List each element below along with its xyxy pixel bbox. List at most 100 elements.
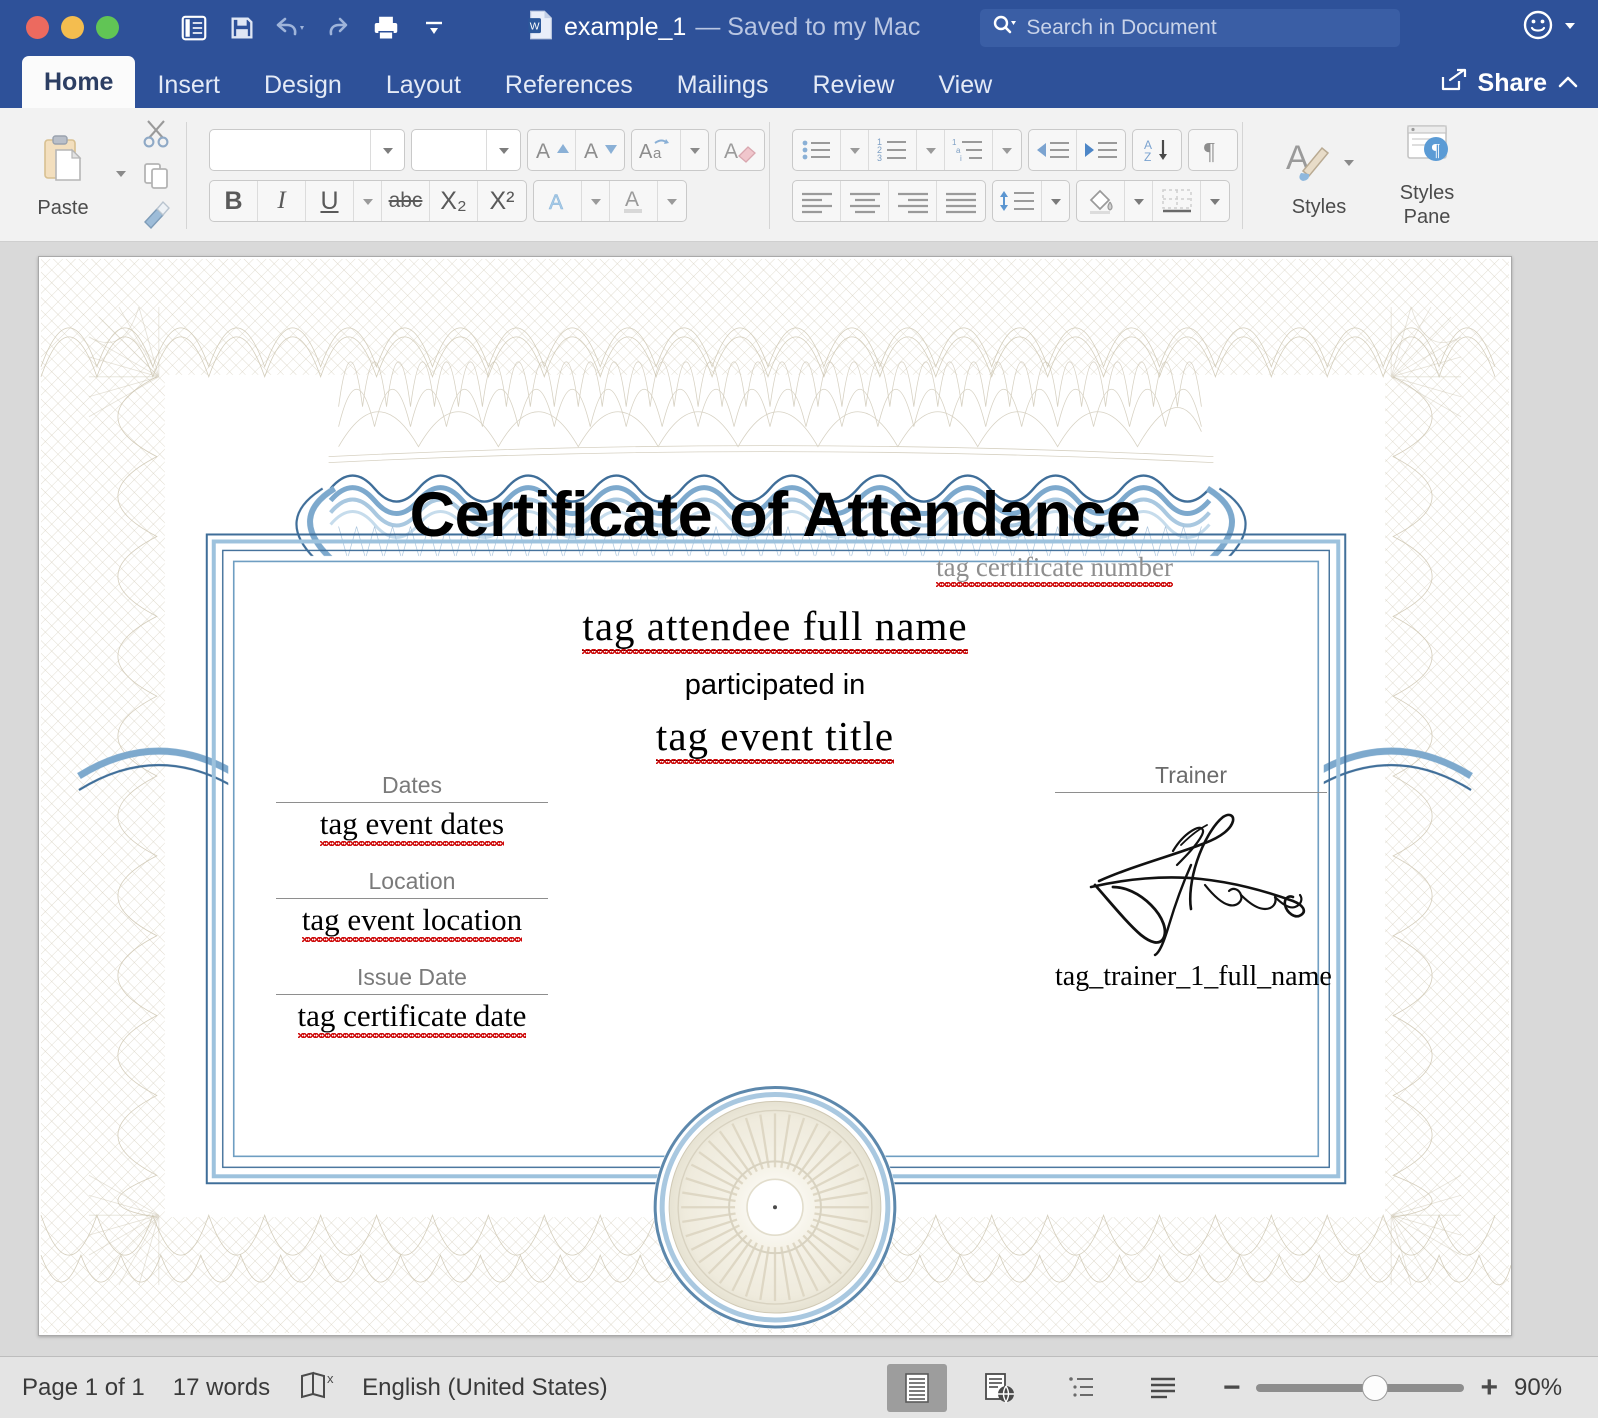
ribbon-group-paragraph: 123 1ai: [783, 114, 1256, 237]
svg-text:¶: ¶: [1204, 139, 1215, 164]
save-icon[interactable]: [219, 6, 265, 50]
italic-button[interactable]: I: [258, 181, 306, 221]
tab-references[interactable]: References: [483, 62, 655, 108]
superscript-button[interactable]: X²: [478, 181, 526, 221]
font-name-input[interactable]: [209, 129, 405, 171]
zoom-level-text[interactable]: 90%: [1514, 1374, 1578, 1402]
shading-bucket-icon[interactable]: [1077, 181, 1125, 221]
font-size-dropdown-arrow[interactable]: [486, 130, 520, 170]
svg-text:3: 3: [877, 153, 882, 163]
borders-icon[interactable]: [1153, 181, 1201, 221]
decrease-indent-icon[interactable]: [1029, 130, 1077, 170]
bullet-list-icon[interactable]: [793, 130, 841, 170]
zoom-in-button[interactable]: +: [1480, 1373, 1498, 1403]
tab-view[interactable]: View: [916, 62, 1014, 108]
svg-text:¶: ¶: [1432, 140, 1440, 160]
close-window-button[interactable]: [26, 16, 49, 39]
share-icon: [1439, 67, 1469, 100]
zoom-slider[interactable]: [1256, 1384, 1464, 1392]
language-text[interactable]: English (United States): [362, 1374, 607, 1402]
tab-layout[interactable]: Layout: [364, 62, 483, 108]
format-painter-icon[interactable]: [140, 200, 172, 235]
undo-icon[interactable]: [267, 6, 313, 50]
line-spacing-dropdown-arrow[interactable]: [1041, 181, 1069, 221]
justify-icon[interactable]: [937, 181, 985, 221]
svg-text:A: A: [724, 140, 738, 163]
numbered-list-dropdown-arrow[interactable]: [917, 130, 945, 170]
document-title: W example_1 — Saved to my Mac: [527, 10, 920, 45]
smiley-icon: [1520, 7, 1556, 48]
outline-view-button[interactable]: [1051, 1364, 1111, 1412]
word-count-text[interactable]: 17 words: [173, 1374, 270, 1402]
vertical-scrollbar[interactable]: [1586, 486, 1596, 1292]
account-menu[interactable]: [1520, 7, 1578, 48]
text-highlight-color-icon[interactable]: A: [534, 181, 582, 221]
styles-button[interactable]: A Styles: [1265, 114, 1373, 237]
styles-dropdown-arrow[interactable]: [1341, 155, 1357, 173]
document-canvas[interactable]: Certificate of Attendance tag certificat…: [0, 242, 1598, 1356]
proofing-errors-icon[interactable]: x: [298, 1368, 334, 1407]
page-count-text[interactable]: Page 1 of 1: [22, 1374, 145, 1402]
cut-scissors-icon[interactable]: [139, 116, 173, 155]
strikethrough-button[interactable]: abc: [382, 181, 430, 221]
paste-button[interactable]: Paste: [17, 132, 109, 220]
web-layout-view-button[interactable]: [969, 1364, 1029, 1412]
styles-pane-label-line1: Styles: [1400, 182, 1454, 204]
bold-button[interactable]: B: [210, 181, 258, 221]
styles-pane-button[interactable]: ¶ Styles Pane: [1373, 114, 1481, 237]
tab-design[interactable]: Design: [242, 62, 364, 108]
font-color-icon[interactable]: A: [610, 181, 658, 221]
alignment-buttons: [792, 180, 986, 222]
increase-indent-icon[interactable]: [1077, 130, 1125, 170]
borders-dropdown-arrow[interactable]: [1201, 181, 1229, 221]
svg-text:A: A: [639, 141, 653, 163]
tab-home[interactable]: Home: [22, 56, 135, 108]
draft-view-button[interactable]: [1133, 1364, 1193, 1412]
subscript-button[interactable]: X₂: [430, 181, 478, 221]
print-layout-view-button[interactable]: [887, 1364, 947, 1412]
clear-formatting-button[interactable]: A: [715, 129, 765, 171]
share-button[interactable]: Share: [1439, 67, 1580, 100]
grow-font-icon[interactable]: A: [528, 130, 576, 170]
paste-dropdown-arrow[interactable]: [112, 166, 130, 185]
align-center-icon[interactable]: [841, 181, 889, 221]
tab-insert[interactable]: Insert: [135, 62, 242, 108]
text-highlight-dropdown-arrow[interactable]: [582, 181, 610, 221]
bullet-list-dropdown-arrow[interactable]: [841, 130, 869, 170]
font-size-input[interactable]: [411, 129, 521, 171]
document-layout-icon[interactable]: [171, 6, 217, 50]
change-case-button[interactable]: Aa: [631, 129, 709, 171]
zoom-out-button[interactable]: −: [1223, 1373, 1241, 1403]
shading-dropdown-arrow[interactable]: [1125, 181, 1153, 221]
tab-mailings[interactable]: Mailings: [655, 62, 791, 108]
font-name-dropdown-arrow[interactable]: [370, 130, 404, 170]
text-format-buttons: B I U abc X₂ X²: [209, 180, 527, 222]
customize-toolbar-icon[interactable]: [411, 6, 457, 50]
underline-dropdown-arrow[interactable]: [354, 181, 382, 221]
copy-icon[interactable]: [140, 159, 172, 196]
sort-button[interactable]: AZ: [1132, 129, 1182, 171]
ribbon-group-clipboard: Paste: [8, 114, 200, 237]
multilevel-list-icon[interactable]: 1ai: [945, 130, 993, 170]
underline-label: U: [320, 187, 338, 216]
zoom-window-button[interactable]: [96, 16, 119, 39]
numbered-list-icon[interactable]: 123: [869, 130, 917, 170]
align-right-icon[interactable]: [889, 181, 937, 221]
tab-review[interactable]: Review: [790, 62, 916, 108]
multilevel-list-dropdown-arrow[interactable]: [993, 130, 1021, 170]
chevron-up-icon[interactable]: [1556, 71, 1580, 97]
font-color-dropdown-arrow[interactable]: [658, 181, 686, 221]
line-spacing-button[interactable]: [992, 180, 1070, 222]
zoom-slider-handle[interactable]: [1362, 1375, 1388, 1401]
search-input[interactable]: Search in Document: [980, 9, 1400, 47]
document-page[interactable]: Certificate of Attendance tag certificat…: [38, 256, 1512, 1336]
shading-borders-buttons: [1076, 180, 1230, 222]
minimize-window-button[interactable]: [61, 16, 84, 39]
paragraph-marks-button[interactable]: ¶: [1188, 129, 1238, 171]
shrink-font-icon[interactable]: A: [576, 130, 624, 170]
align-left-icon[interactable]: [793, 181, 841, 221]
underline-button[interactable]: U: [306, 181, 354, 221]
redo-icon[interactable]: [315, 6, 361, 50]
print-icon[interactable]: [363, 6, 409, 50]
change-case-dropdown-arrow[interactable]: [680, 130, 708, 170]
